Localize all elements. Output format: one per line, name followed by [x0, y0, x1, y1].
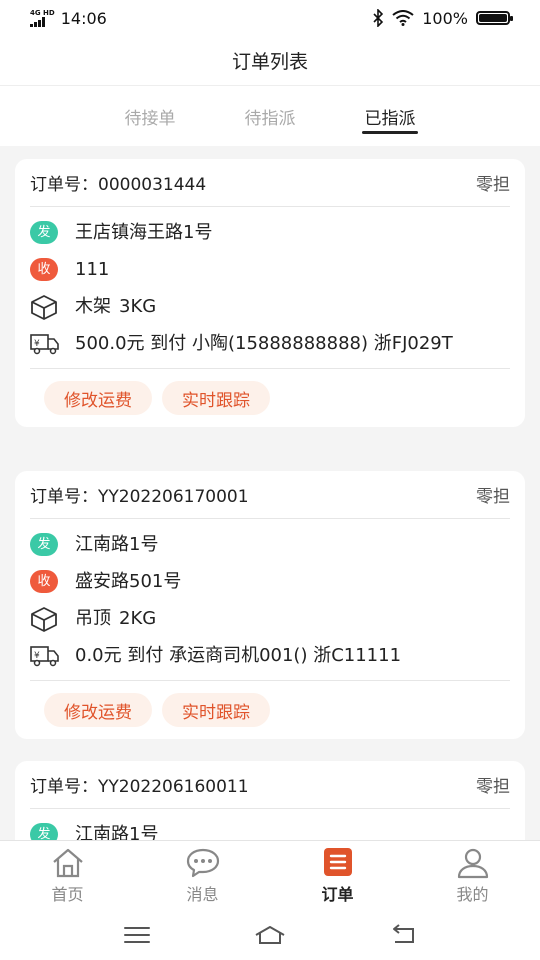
order-number: 订单号：YY202206160011	[30, 777, 249, 797]
sender-address: 江南路1号	[75, 534, 159, 555]
bottom-nav: 首页 消息 订单 我的	[0, 840, 540, 910]
message-icon	[186, 848, 219, 877]
truck-icon: ¥	[30, 332, 60, 355]
wifi-icon	[392, 10, 414, 26]
menu-icon[interactable]	[121, 923, 153, 947]
nav-home-label: 首页	[51, 884, 84, 904]
transport-info: 0.0元 到付 承运商司机001() 浙C11111	[75, 645, 402, 666]
live-tracking-button[interactable]: 实时跟踪	[162, 693, 270, 727]
bluetooth-icon	[373, 9, 384, 27]
order-icon	[323, 847, 352, 876]
nav-orders-label: 订单	[321, 884, 354, 904]
svg-text:¥: ¥	[34, 339, 40, 349]
goods-weight: 2KG	[119, 608, 157, 629]
order-card[interactable]: 订单号：YY202206160011 零担 发 江南路1号	[15, 761, 525, 840]
nav-home[interactable]: 首页	[0, 841, 135, 910]
sender-badge: 发	[30, 533, 58, 556]
profile-icon	[457, 848, 488, 878]
sender-address: 王店镇海王路1号	[75, 222, 213, 243]
signal-icon: 4G HD	[30, 9, 55, 27]
live-tracking-button[interactable]: 实时跟踪	[162, 381, 270, 415]
battery-percent: 100%	[422, 8, 468, 28]
nav-orders[interactable]: 订单	[270, 841, 405, 910]
order-type: 零担	[476, 175, 510, 195]
nav-messages[interactable]: 消息	[135, 841, 270, 910]
tab-assigned[interactable]: 已指派	[330, 86, 450, 146]
edit-fee-button[interactable]: 修改运费	[44, 381, 152, 415]
svg-text:¥: ¥	[34, 651, 40, 661]
tab-pending-accept[interactable]: 待接单	[90, 86, 210, 146]
tab-pending-assign[interactable]: 待指派	[210, 86, 330, 146]
back-icon[interactable]	[387, 923, 419, 947]
nav-profile-label: 我的	[456, 884, 489, 904]
home-gesture-icon[interactable]	[254, 923, 286, 947]
nav-messages-label: 消息	[186, 884, 219, 904]
order-tabs: 待接单 待指派 已指派	[0, 86, 540, 146]
package-icon	[30, 294, 60, 320]
network-type: 4G HD	[30, 9, 55, 17]
goods-weight: 3KG	[119, 296, 157, 317]
sender-badge: 发	[30, 823, 58, 840]
page-title: 订单列表	[231, 51, 308, 73]
transport-info: 500.0元 到付 小陶(15888888888) 浙FJ029T	[75, 333, 453, 354]
receiver-badge: 收	[30, 570, 58, 593]
nav-profile[interactable]: 我的	[405, 841, 540, 910]
edit-fee-button[interactable]: 修改运费	[44, 693, 152, 727]
receiver-address: 111	[75, 259, 110, 280]
receiver-address: 盛安路501号	[75, 571, 182, 592]
page-header: 订单列表	[0, 36, 540, 86]
clock: 14:06	[60, 8, 107, 28]
home-icon	[52, 848, 83, 877]
order-list[interactable]: 订单号：0000031444 零担 发 王店镇海王路1号 收 111 木架 3KG…	[0, 146, 540, 840]
sender-badge: 发	[30, 221, 58, 244]
system-nav-bar	[0, 910, 540, 960]
battery-icon	[476, 11, 513, 25]
goods-name: 吊顶	[75, 608, 111, 629]
package-icon	[30, 606, 60, 632]
order-card[interactable]: 订单号：0000031444 零担 发 王店镇海王路1号 收 111 木架 3KG…	[15, 159, 525, 427]
goods-name: 木架	[75, 296, 111, 317]
receiver-badge: 收	[30, 258, 58, 281]
order-card[interactable]: 订单号：YY202206170001 零担 发 江南路1号 收 盛安路501号 …	[15, 471, 525, 739]
order-type: 零担	[476, 487, 510, 507]
order-type: 零担	[476, 777, 510, 797]
order-number: 订单号：0000031444	[30, 175, 207, 195]
status-bar: 4G HD 14:06 100%	[0, 0, 540, 36]
truck-icon: ¥	[30, 644, 60, 667]
order-number: 订单号：YY202206170001	[30, 487, 249, 507]
sender-address: 江南路1号	[75, 824, 159, 840]
